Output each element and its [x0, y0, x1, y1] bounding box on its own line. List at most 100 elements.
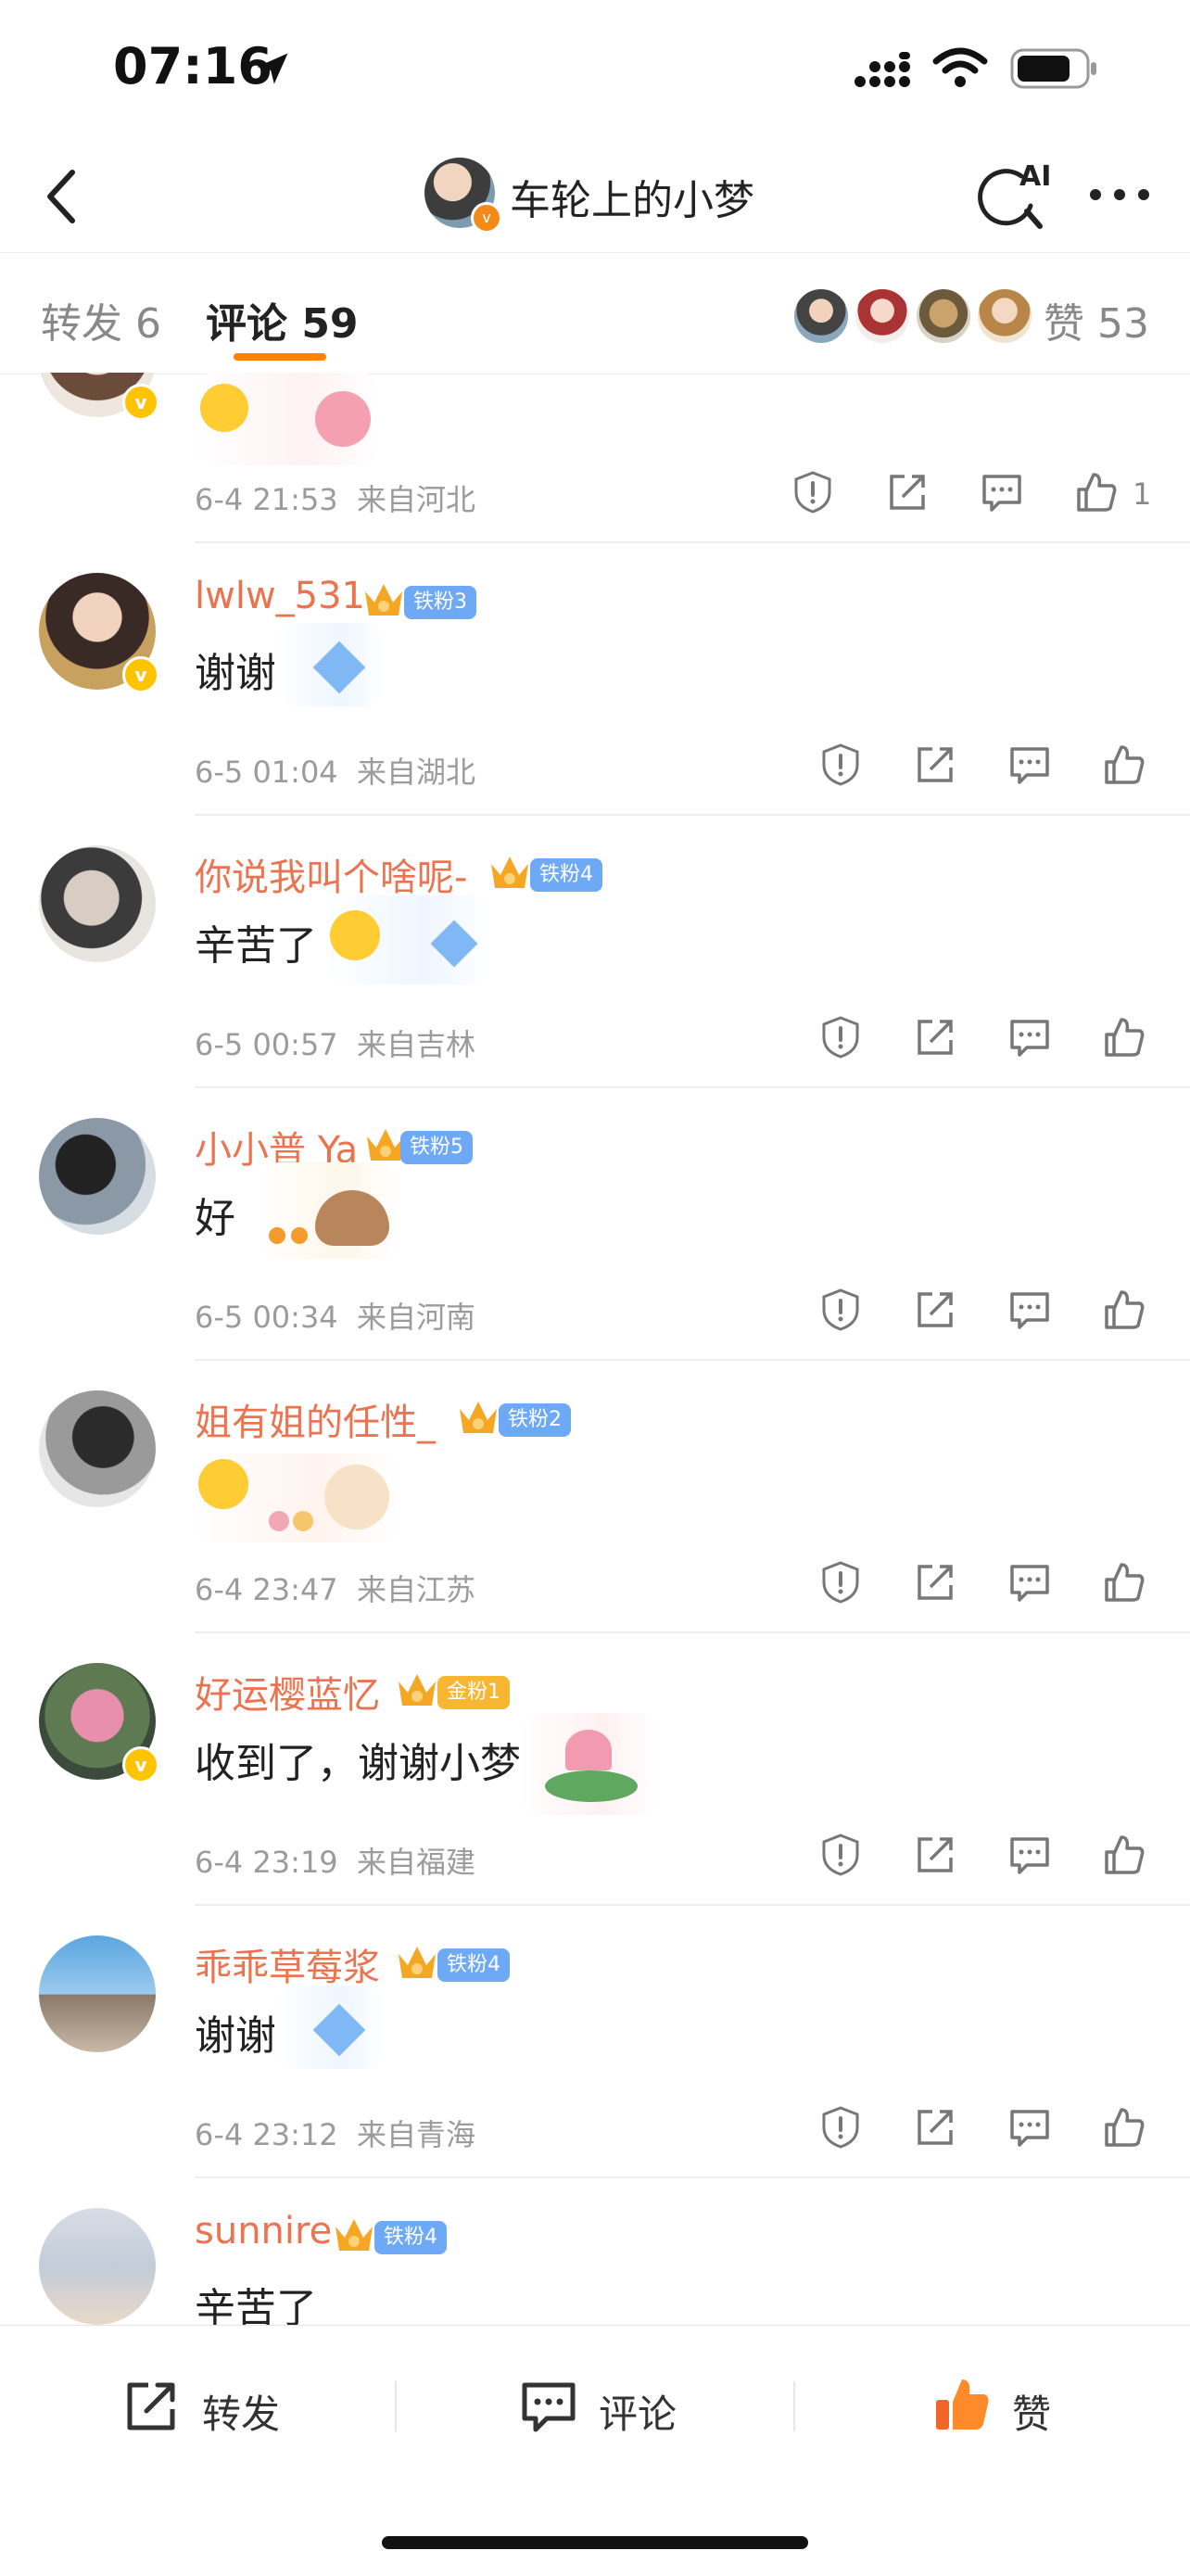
like-label: 赞: [1012, 2392, 1052, 2437]
comment-meta: 6-4 23:47 来自江苏: [195, 1567, 475, 1609]
verified-badge: v: [122, 384, 159, 421]
comment-location: 来自吉林: [357, 1027, 476, 1062]
comment-meta: 6-5 00:57 来自吉林: [195, 1022, 475, 1064]
crown-icon: [399, 1674, 436, 1706]
emoji-sticker: [274, 1986, 386, 2069]
crown-icon: [491, 857, 528, 888]
like-icon[interactable]: [1101, 1559, 1147, 1605]
author-name[interactable]: 车轮上的小梦: [510, 167, 754, 226]
avatar[interactable]: [39, 2208, 156, 2325]
share-icon[interactable]: [912, 1014, 958, 1060]
like-icon: [936, 2379, 989, 2430]
comment-item: 姐有姐的任性_ 铁粉2 6-4 23:47 来自江苏: [0, 1361, 1190, 1633]
verified-badge: v: [122, 656, 159, 693]
comment-text: 辛苦了: [195, 2285, 317, 2325]
emoji-sticker: [195, 1453, 399, 1542]
share-icon[interactable]: [912, 2104, 958, 2151]
crown-icon: [460, 1402, 497, 1433]
comment-location: 来自江苏: [357, 1572, 476, 1607]
avatar: [914, 286, 973, 346]
avatar[interactable]: [39, 1935, 156, 2052]
fan-badge: 铁粉3: [404, 586, 476, 619]
reply-icon[interactable]: [1006, 1287, 1053, 1333]
avatar[interactable]: [39, 1390, 156, 1507]
report-icon[interactable]: [817, 1832, 864, 1878]
ai-label: AI: [1019, 160, 1051, 193]
comment-username[interactable]: lwlw_531: [195, 575, 365, 617]
report-icon[interactable]: [817, 1559, 864, 1605]
report-icon[interactable]: [817, 1014, 864, 1060]
back-arrow-icon[interactable]: [28, 159, 102, 234]
avatar: [853, 286, 912, 346]
crown-icon: [365, 584, 402, 615]
reply-icon[interactable]: [1006, 742, 1053, 788]
verified-badge: v: [122, 1746, 159, 1783]
reply-icon[interactable]: [1006, 1014, 1053, 1060]
like-icon[interactable]: [1101, 742, 1147, 788]
share-icon[interactable]: [912, 1832, 958, 1878]
repost-button[interactable]: 转发: [122, 2367, 308, 2441]
like-icon[interactable]: [1101, 1287, 1147, 1333]
like-icon[interactable]: [1101, 1014, 1147, 1060]
comment-date: 6-5 01:04: [195, 755, 338, 790]
comment-username[interactable]: 你说我叫个啥呢-: [195, 847, 467, 901]
comment-date: 6-5 00:57: [195, 1027, 338, 1062]
comment-text: 谢谢: [195, 650, 276, 697]
comment-item: 你说我叫个啥呢- 铁粉4 辛苦了 6-5 00:57 来自吉林: [0, 816, 1190, 1088]
comment-item: v lwlw_531 铁粉3 谢谢 6-5 01:04 来自湖北: [0, 543, 1190, 816]
comment-username[interactable]: 姐有姐的任性_: [195, 1392, 436, 1446]
comment-meta: 6-5 00:34 来自河南: [195, 1294, 475, 1337]
like-icon[interactable]: [1073, 469, 1120, 515]
share-icon[interactable]: [912, 742, 958, 788]
comment-item: v 好运樱蓝忆 金粉1 收到了，谢谢小梦 6-4 23:19 来自福建: [0, 1633, 1190, 1906]
like-button[interactable]: 赞: [932, 2367, 1118, 2441]
tab-repost[interactable]: 转发 6: [41, 290, 161, 349]
reply-icon[interactable]: [1006, 2104, 1053, 2151]
liker-avatars[interactable]: [791, 286, 1034, 346]
comment-text: 收到了，谢谢小梦: [195, 1740, 521, 1787]
like-icon[interactable]: [1101, 2104, 1147, 2151]
share-icon[interactable]: [912, 1559, 958, 1605]
reply-icon[interactable]: [1006, 1832, 1053, 1878]
tab-likes[interactable]: 赞 53: [1044, 290, 1149, 349]
report-icon[interactable]: [817, 742, 864, 788]
reply-icon[interactable]: [979, 469, 1025, 515]
share-icon[interactable]: [884, 469, 930, 515]
comment-item: 乖乖草莓浆 铁粉4 谢谢 6-4 23:12 来自青海: [0, 1906, 1190, 2178]
report-icon[interactable]: [790, 469, 836, 515]
share-icon[interactable]: [912, 1287, 958, 1333]
comment-button[interactable]: 评论: [519, 2367, 704, 2441]
home-indicator: [382, 2536, 808, 2549]
more-icon[interactable]: [1082, 176, 1157, 213]
comment-username[interactable]: sunnire: [195, 2210, 332, 2252]
comment-text: 辛苦了: [195, 922, 317, 970]
reply-icon[interactable]: [1006, 1559, 1053, 1605]
report-icon[interactable]: [817, 1287, 864, 1333]
comment-item: v 6-4 21:53 来自河北 1: [0, 373, 1190, 543]
comment-location: 来自湖北: [357, 755, 476, 790]
active-tab-indicator: [234, 353, 326, 361]
avatar[interactable]: [39, 845, 156, 962]
comment-date: 6-4 21:53: [195, 482, 338, 517]
comment-meta: 6-4 21:53 来自河北: [195, 476, 475, 519]
verified-badge: v: [471, 202, 502, 234]
avatar[interactable]: [39, 1118, 156, 1235]
nav-bar: v 车轮上的小梦 AI: [0, 139, 1190, 250]
battery-icon: [1010, 48, 1096, 89]
report-icon[interactable]: [817, 2104, 864, 2151]
comment-item: sunnire 铁粉4 辛苦了: [0, 2178, 1190, 2325]
tab-comment[interactable]: 评论 59: [206, 290, 359, 349]
comment-username[interactable]: 乖乖草莓浆: [195, 1937, 380, 1991]
emoji-sticker: [260, 1162, 399, 1259]
comment-label: 评论: [599, 2392, 677, 2437]
fan-badge: 金粉1: [437, 1676, 510, 1709]
wifi-icon: [932, 47, 988, 87]
fan-badge: 铁粉2: [499, 1403, 571, 1437]
comment-list[interactable]: v 6-4 21:53 来自河北 1 v lwlw_531 铁粉3 谢谢 6-5…: [0, 373, 1190, 2325]
comment-username[interactable]: 好运樱蓝忆: [195, 1665, 380, 1719]
like-icon[interactable]: [1101, 1832, 1147, 1878]
ai-search-icon[interactable]: AI: [973, 158, 1057, 235]
comment-meta: 6-5 01:04 来自湖北: [195, 749, 475, 792]
comment-location: 来自青海: [357, 2117, 476, 2152]
comment-date: 6-4 23:12: [195, 2117, 338, 2152]
